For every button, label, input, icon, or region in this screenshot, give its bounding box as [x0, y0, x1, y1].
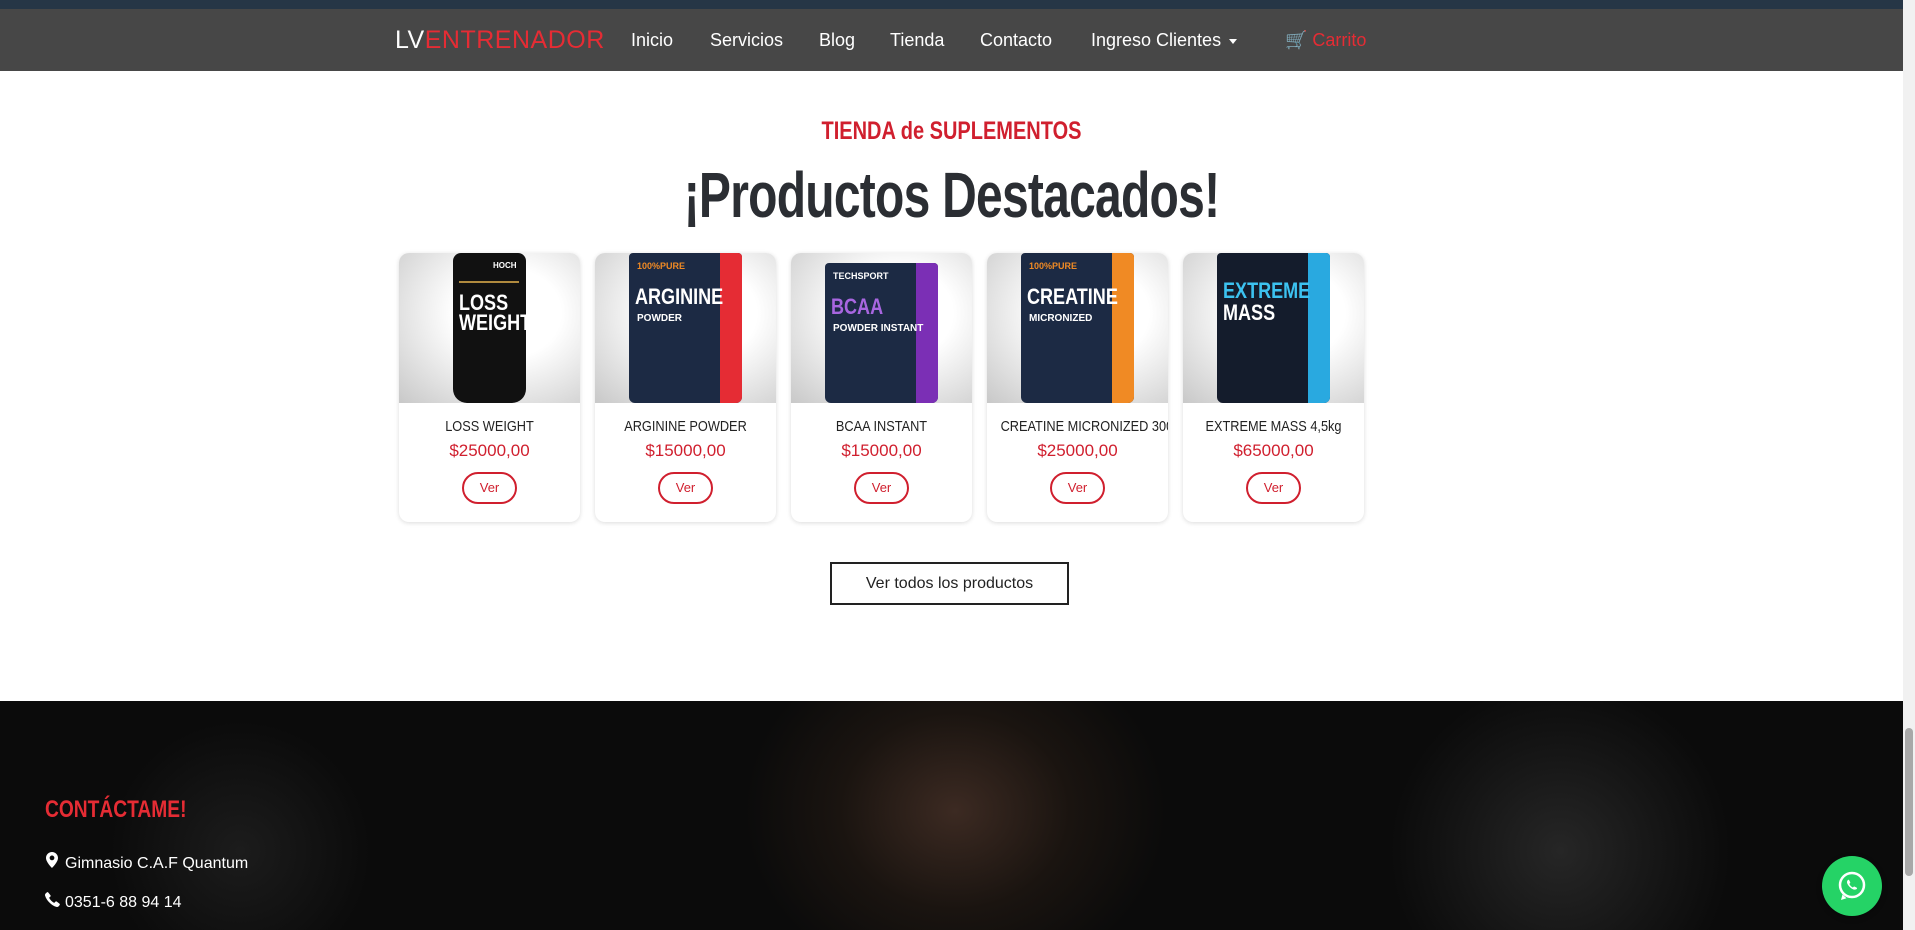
- pack-line1: EXTREME: [1223, 278, 1311, 303]
- page-scrollbar[interactable]: [1903, 0, 1915, 930]
- pack-graphic: 100%PURE ARGININE POWDER: [629, 253, 742, 403]
- product-image: HOCH LOSS WEIGHT: [399, 253, 580, 403]
- whatsapp-icon: [1838, 871, 1866, 900]
- contact-phone: 0351-6 88 94 14: [44, 892, 182, 912]
- product-name: CREATINE MICRONIZED 300gr: [1000, 418, 1168, 435]
- product-price: $15000,00: [645, 441, 726, 460]
- nav-ingreso-clientes[interactable]: Ingreso Clientes: [1091, 30, 1238, 51]
- product-card-arginine[interactable]: 100%PURE ARGININE POWDER ARGININE POWDER…: [595, 253, 776, 522]
- bottle-band: [459, 281, 519, 283]
- view-product-button[interactable]: Ver: [1246, 472, 1301, 504]
- nav-ingreso-clientes-label: Ingreso Clientes: [1091, 30, 1222, 50]
- product-name: BCAA INSTANT: [835, 418, 928, 435]
- pack-graphic: 100%PURE CREATINE MICRONIZED: [1021, 253, 1134, 403]
- product-card-creatine[interactable]: 100%PURE CREATINE MICRONIZED CREATINE MI…: [987, 253, 1168, 522]
- product-card-extreme-mass[interactable]: EXTREME MASS EXTREME MASS 4,5kg $65000,0…: [1183, 253, 1364, 522]
- scrollbar-thumb[interactable]: [1905, 728, 1913, 876]
- whatsapp-button[interactable]: [1822, 856, 1882, 916]
- pack-line2: WEIGHT: [459, 310, 532, 335]
- pack-stripe: [720, 253, 742, 403]
- nav-blog[interactable]: Blog: [819, 30, 855, 51]
- contact-location: Gimnasio C.A.F Quantum: [45, 852, 248, 873]
- pack-brand: 100%PURE: [637, 261, 686, 271]
- pack-line1: ARGININE: [635, 284, 724, 309]
- product-name: LOSS WEIGHT: [445, 418, 534, 435]
- product-price: $65000,00: [1233, 441, 1314, 460]
- contact-title: CONTÁCTAME!: [45, 796, 187, 823]
- section-title: ¡Productos Destacados!: [683, 159, 1220, 231]
- pack-brand: HOCH: [493, 261, 517, 270]
- product-image: EXTREME MASS: [1183, 253, 1364, 403]
- product-card-loss-weight[interactable]: HOCH LOSS WEIGHT LOSS WEIGHT $25000,00 V…: [399, 253, 580, 522]
- product-image: 100%PURE CREATINE MICRONIZED: [987, 253, 1168, 403]
- product-name: EXTREME MASS 4,5kg: [1205, 418, 1342, 435]
- view-product-button[interactable]: Ver: [462, 472, 517, 504]
- nav-inicio[interactable]: Inicio: [631, 30, 673, 51]
- product-price: $25000,00: [1037, 441, 1118, 460]
- pack-line2: POWDER: [637, 313, 682, 324]
- nav-contacto[interactable]: Contacto: [980, 30, 1052, 51]
- pack-graphic: EXTREME MASS: [1217, 253, 1330, 403]
- product-image: 100%PURE ARGININE POWDER: [595, 253, 776, 403]
- brand-entrenador: ENTRENADOR: [424, 26, 605, 54]
- gym-background-image: [0, 701, 1903, 930]
- brand-logo[interactable]: LVENTRENADOR: [395, 26, 605, 55]
- map-marker-icon: [45, 852, 59, 873]
- top-strip: [0, 0, 1903, 9]
- pack-brand: 100%PURE: [1029, 261, 1078, 271]
- product-price: $25000,00: [449, 441, 530, 460]
- contact-location-text: Gimnasio C.A.F Quantum: [65, 855, 249, 872]
- view-product-button[interactable]: Ver: [854, 472, 909, 504]
- section-kicker: TIENDA de SUPLEMENTOS: [821, 117, 1082, 145]
- brand-lv: LV: [395, 26, 425, 54]
- nav-cart[interactable]: 🛒 Carrito: [1285, 30, 1366, 51]
- product-name: ARGININE POWDER: [624, 418, 747, 435]
- caret-down-icon: [1229, 38, 1238, 44]
- product-price: $15000,00: [841, 441, 922, 460]
- pack-line1: CREATINE: [1027, 284, 1118, 309]
- view-product-button[interactable]: Ver: [658, 472, 713, 504]
- contact-phone-text: 0351-6 88 94 14: [65, 894, 182, 911]
- pack-brand: TECHSPORT: [833, 271, 889, 281]
- pack-line2: POWDER INSTANT: [833, 323, 924, 334]
- nav-tienda[interactable]: Tienda: [890, 30, 944, 51]
- pack-title: LOSS WEIGHT: [459, 292, 532, 335]
- view-all-products-button[interactable]: Ver todos los productos: [830, 562, 1069, 605]
- nav-servicios[interactable]: Servicios: [710, 30, 783, 51]
- bottle-graphic: HOCH LOSS WEIGHT: [453, 253, 531, 403]
- pack-graphic: TECHSPORT BCAA POWDER INSTANT: [825, 263, 938, 403]
- product-image: TECHSPORT BCAA POWDER INSTANT: [791, 253, 972, 403]
- pack-stripe: [1112, 253, 1134, 403]
- footer: CONTÁCTAME! Gimnasio C.A.F Quantum 0351-…: [0, 701, 1903, 930]
- pack-line2: MICRONIZED: [1029, 313, 1093, 324]
- view-product-button[interactable]: Ver: [1050, 472, 1105, 504]
- product-card-bcaa[interactable]: TECHSPORT BCAA POWDER INSTANT BCAA INSTA…: [791, 253, 972, 522]
- pack-line1: BCAA: [831, 294, 884, 319]
- pack-line2: MASS: [1223, 300, 1276, 325]
- navbar: LVENTRENADOR Inicio Servicios Blog Tiend…: [0, 9, 1903, 71]
- phone-icon: [44, 892, 60, 912]
- pack-stripe: [1308, 253, 1330, 403]
